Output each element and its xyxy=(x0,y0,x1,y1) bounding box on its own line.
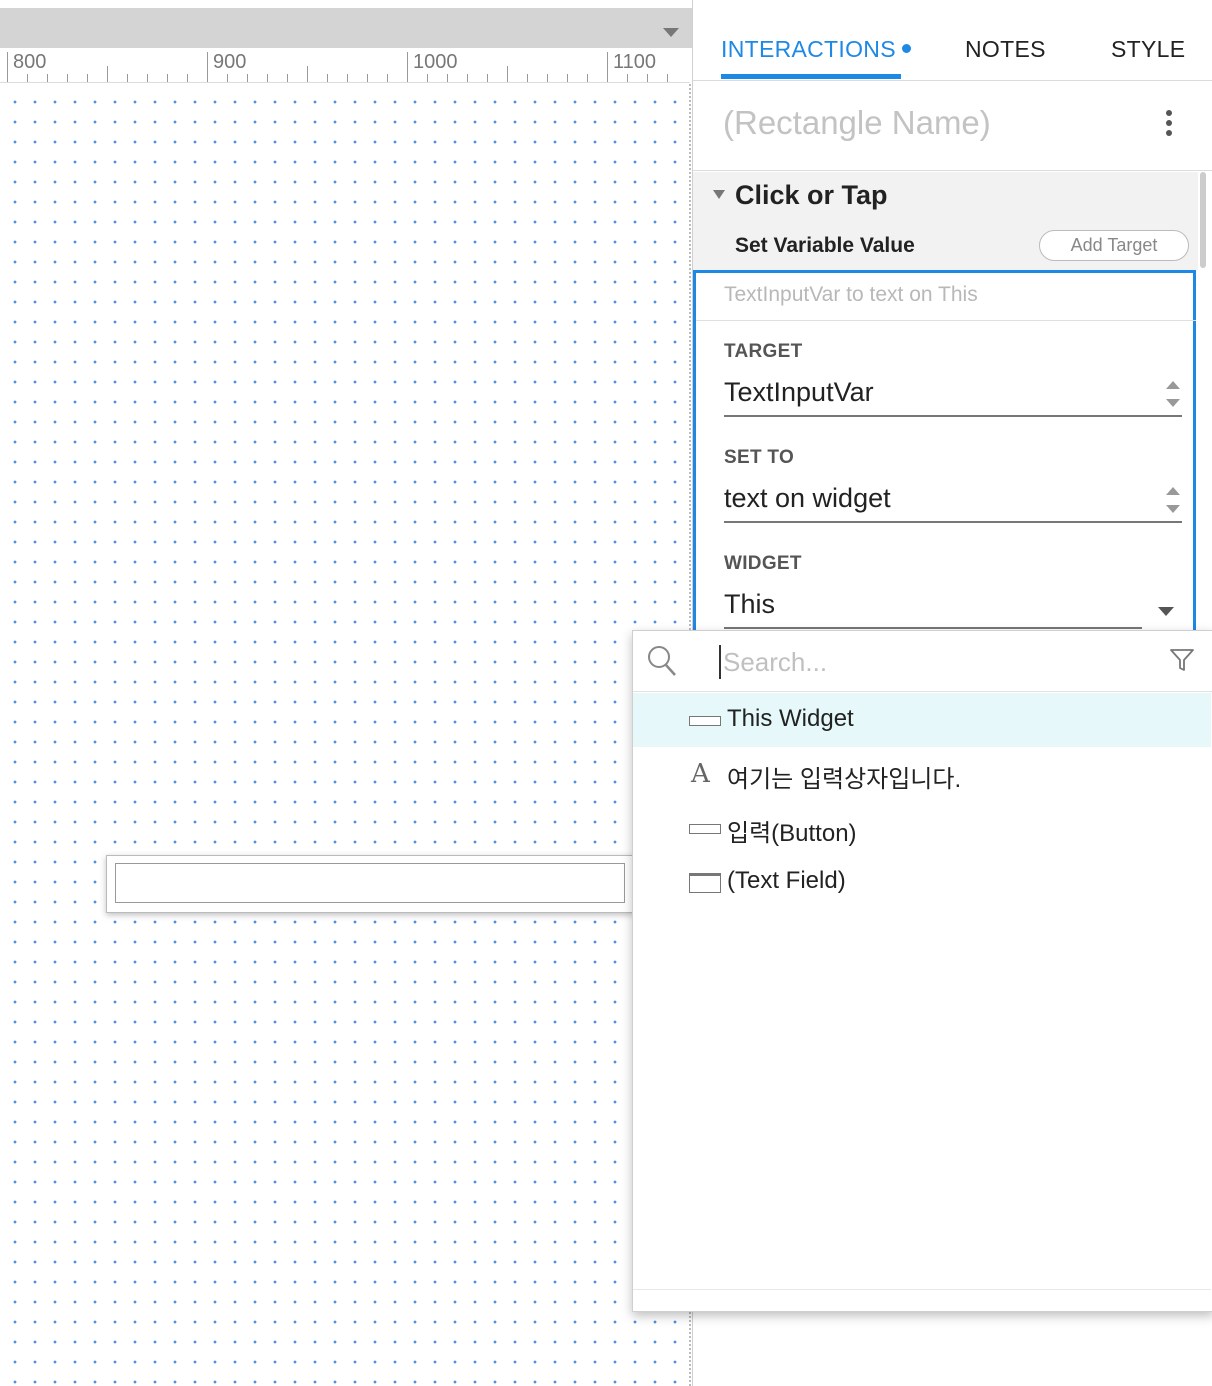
dropdown-item-label: 여기는 입력상자입니다. xyxy=(727,766,962,793)
button-shape-icon xyxy=(689,824,721,834)
divider xyxy=(633,1289,1211,1290)
dropdown-item[interactable]: This Widget xyxy=(633,693,1211,747)
tab-style[interactable]: STYLE xyxy=(1111,36,1185,63)
inspector-tabs: INTERACTIONS NOTES STYLE xyxy=(693,8,1212,81)
text-field-icon xyxy=(689,873,721,893)
chevron-down-icon[interactable] xyxy=(1158,607,1174,616)
tab-notes[interactable]: NOTES xyxy=(965,36,1046,63)
text-field-widget[interactable] xyxy=(106,855,634,913)
widget-underline xyxy=(724,627,1142,629)
widget-name-row: (Rectangle Name) xyxy=(693,82,1212,171)
search-input[interactable] xyxy=(719,645,1143,679)
dropdown-item-label: 입력(Button) xyxy=(727,820,857,847)
dropdown-item[interactable]: (Text Field) xyxy=(633,855,1211,909)
set-to-underline xyxy=(724,521,1182,523)
filter-icon[interactable] xyxy=(1169,647,1195,673)
ruler-header-bar xyxy=(0,8,692,48)
design-canvas[interactable]: 800 900 1000 1100 xyxy=(0,0,692,1386)
dropdown-item[interactable]: 입력(Button) xyxy=(633,801,1211,855)
search-icon xyxy=(648,646,676,676)
ruler-label: 900 xyxy=(213,51,247,73)
more-options-icon[interactable] xyxy=(1163,110,1175,144)
action-title: Set Variable Value xyxy=(735,234,915,257)
ruler-label: 1000 xyxy=(413,51,458,73)
action-summary: TextInputVar to text on This xyxy=(724,283,978,306)
action-header[interactable]: Set Variable Value Add Target xyxy=(693,224,1198,270)
canvas-dot-grid xyxy=(0,84,690,1386)
tab-interactions[interactable]: INTERACTIONS xyxy=(721,36,911,63)
text-label-icon: A xyxy=(691,759,710,789)
widget-select[interactable]: This xyxy=(724,589,775,620)
scrollbar-thumb[interactable] xyxy=(1200,172,1206,268)
ruler-label: 800 xyxy=(13,51,47,73)
target-stepper-icon[interactable] xyxy=(1166,381,1182,411)
widget-name-input[interactable]: (Rectangle Name) xyxy=(723,104,991,142)
event-header[interactable]: Click or Tap xyxy=(693,172,1198,224)
target-select[interactable]: TextInputVar xyxy=(724,377,874,408)
ruler-label: 1100 xyxy=(613,51,657,73)
target-underline xyxy=(724,415,1182,417)
dropdown-search-row xyxy=(633,631,1212,692)
dropdown-item-label: (Text Field) xyxy=(727,867,846,894)
active-tab-indicator xyxy=(721,74,901,79)
divider xyxy=(696,320,1196,321)
widget-label: WIDGET xyxy=(724,553,802,574)
dropdown-item-label: This Widget xyxy=(727,705,854,732)
target-label: TARGET xyxy=(724,341,803,362)
action-editor: TextInputVar to text on This TARGET Text… xyxy=(693,270,1196,640)
text-field-widget-input[interactable] xyxy=(115,863,625,903)
set-to-label: SET TO xyxy=(724,447,795,468)
set-to-stepper-icon[interactable] xyxy=(1166,487,1182,517)
add-target-button[interactable]: Add Target xyxy=(1039,230,1189,261)
panel-scrollbar[interactable] xyxy=(1198,172,1208,632)
horizontal-ruler: 800 900 1000 1100 xyxy=(0,48,690,83)
set-to-select[interactable]: text on widget xyxy=(724,483,891,514)
collapse-caret-icon[interactable] xyxy=(713,190,725,199)
button-shape-icon xyxy=(689,716,721,726)
ruler-dropdown-arrow-icon[interactable] xyxy=(663,28,679,37)
modified-dot-icon xyxy=(901,44,911,54)
event-title: Click or Tap xyxy=(735,180,888,210)
dropdown-item[interactable]: A 여기는 입력상자입니다. xyxy=(633,747,1211,801)
widget-picker-dropdown: This Widget A 여기는 입력상자입니다. 입력(Button) (T… xyxy=(632,630,1212,1312)
